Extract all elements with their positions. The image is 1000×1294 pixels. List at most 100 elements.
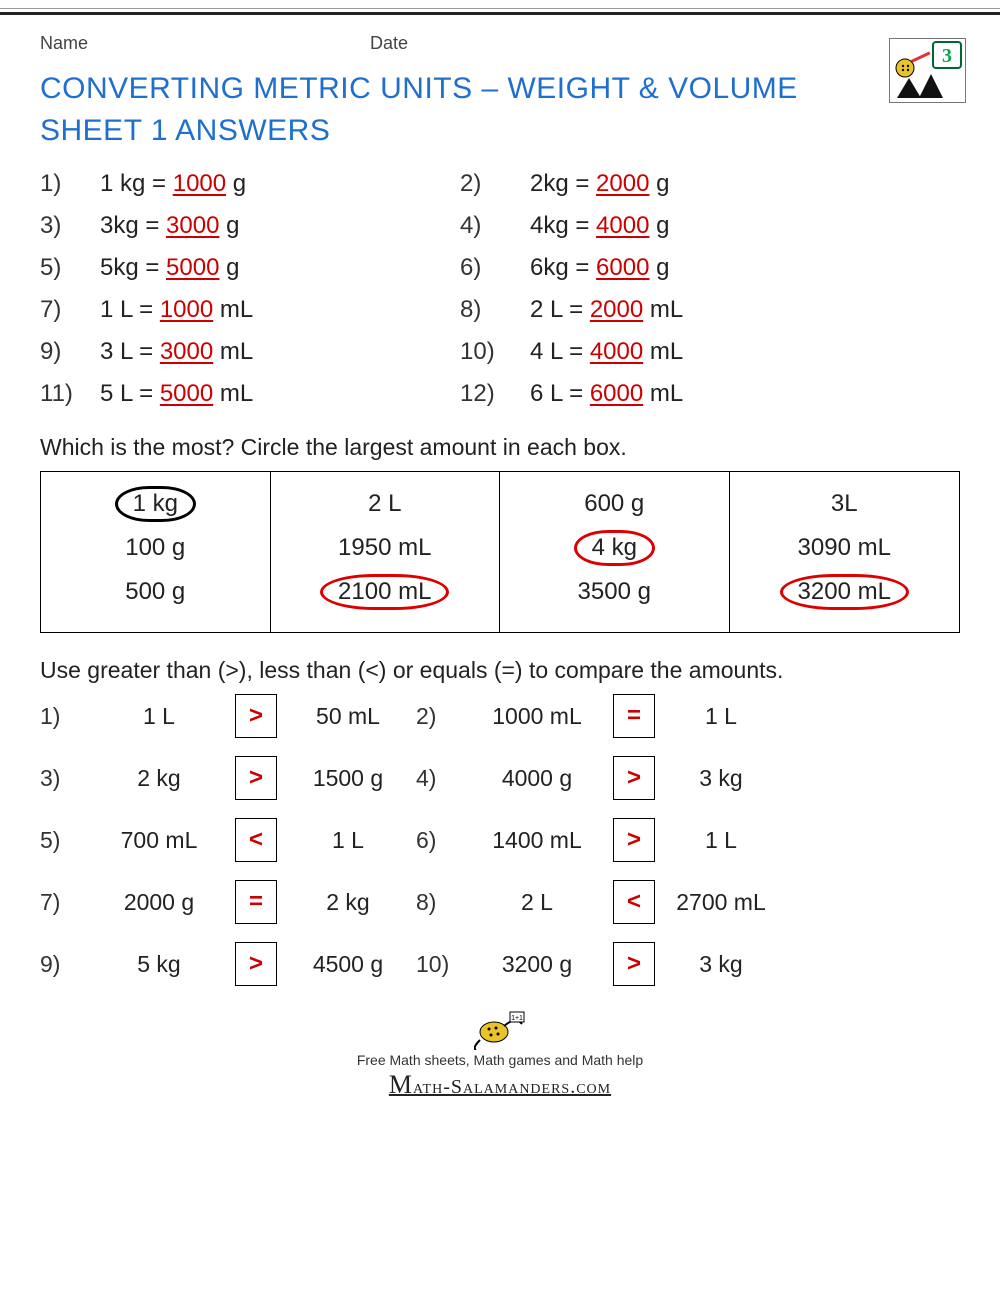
conversion-expression: 6kg = 6000 g — [530, 254, 960, 282]
question-number: 8) — [460, 296, 530, 324]
question-number: 5) — [40, 254, 100, 282]
comparison-operator: > — [235, 942, 277, 986]
comparison-operator: > — [613, 756, 655, 800]
title-line-1: CONVERTING METRIC UNITS – WEIGHT & VOLUM… — [40, 72, 798, 105]
box-item: 100 g — [41, 526, 270, 570]
box-column: 1 kg 100 g500 g — [41, 472, 271, 632]
expr-prefix: 2kg = — [530, 170, 596, 197]
question-number: 12) — [460, 380, 530, 408]
question-number: 7) — [40, 889, 86, 916]
expr-suffix: g — [649, 170, 669, 197]
compare-right: 1 L — [288, 827, 408, 854]
conversion-expression: 2 L = 2000 mL — [530, 296, 960, 324]
question-number: 3) — [40, 212, 100, 240]
answer-value: 4000 — [596, 212, 649, 239]
answer-value: 4000 — [590, 338, 643, 365]
circled-answer: 1 kg — [121, 490, 190, 518]
comparison-row: 3)2 kg>1500 g4)4000 g>3 kg — [40, 756, 960, 800]
box-item: 3500 g — [500, 570, 729, 614]
box-item: 3200 mL — [730, 570, 960, 614]
name-label: Name — [40, 33, 370, 54]
expr-prefix: 1 L = — [100, 296, 160, 323]
box-item: 3090 mL — [730, 526, 960, 570]
expr-suffix: mL — [213, 296, 253, 323]
expr-prefix: 4 L = — [530, 338, 590, 365]
comparison-operator: = — [235, 880, 277, 924]
box-item: 2 L — [271, 482, 500, 526]
content: Name Date CONVERTING METRIC UNITS – WEIG… — [0, 15, 1000, 1116]
expr-prefix: 2 L = — [530, 296, 590, 323]
expr-prefix: 3kg = — [100, 212, 166, 239]
expr-suffix: mL — [213, 380, 253, 407]
title-row: CONVERTING METRIC UNITS – WEIGHT & VOLUM… — [40, 64, 960, 170]
expr-suffix: mL — [643, 296, 683, 323]
comparison-operator: > — [613, 942, 655, 986]
footer-brand: Math-Salamanders.com — [40, 1070, 960, 1100]
conversion-grid: 1)1 kg = 1000 g2)2kg = 2000 g3)3kg = 300… — [40, 170, 960, 408]
box-item: 500 g — [41, 570, 270, 614]
question-number: 5) — [40, 827, 86, 854]
question-number: 10) — [416, 951, 464, 978]
question-number: 1) — [40, 170, 100, 198]
conversion-expression: 1 L = 1000 mL — [100, 296, 460, 324]
question-number: 2) — [460, 170, 530, 198]
comparison-row: 5)700 mL<1 L6)1400 mL>1 L — [40, 818, 960, 862]
answer-value: 2000 — [590, 296, 643, 323]
conversion-expression: 4 L = 4000 mL — [530, 338, 960, 366]
salamander-icon: 1+1 — [474, 1010, 526, 1050]
conversion-expression: 5kg = 5000 g — [100, 254, 460, 282]
compare-right: 1500 g — [288, 765, 408, 792]
circled-answer: 4 kg — [580, 534, 649, 562]
compare-right: 50 mL — [288, 703, 408, 730]
question-number: 9) — [40, 951, 86, 978]
circled-answer: 3200 mL — [786, 578, 903, 606]
expr-suffix: mL — [643, 338, 683, 365]
expr-suffix: mL — [213, 338, 253, 365]
page-title: CONVERTING METRIC UNITS – WEIGHT & VOLUM… — [40, 68, 889, 152]
compare-left: 2000 g — [94, 889, 224, 916]
answer-value: 6000 — [590, 380, 643, 407]
question-number: 10) — [460, 338, 530, 366]
compare-left: 2 L — [472, 889, 602, 916]
conversion-expression: 1 kg = 1000 g — [100, 170, 460, 198]
conversion-expression: 4kg = 4000 g — [530, 212, 960, 240]
answer-value: 3000 — [166, 212, 219, 239]
answer-value: 1000 — [173, 170, 226, 197]
expr-prefix: 5 L = — [100, 380, 160, 407]
question-number: 7) — [40, 296, 100, 324]
box-item: 1 kg — [41, 482, 270, 526]
question-number: 4) — [460, 212, 530, 240]
comparison-row: 7)2000 g=2 kg8)2 L<2700 mL — [40, 880, 960, 924]
footer-tagline: Free Math sheets, Math games and Math he… — [40, 1052, 960, 1068]
question-number: 6) — [416, 827, 464, 854]
grade-badge-icon: 3 — [889, 38, 966, 103]
comparison-operator: < — [235, 818, 277, 862]
circle-instruction: Which is the most? Circle the largest am… — [40, 434, 960, 461]
question-number: 6) — [460, 254, 530, 282]
expr-prefix: 3 L = — [100, 338, 160, 365]
answer-value: 2000 — [596, 170, 649, 197]
comparison-operator: < — [613, 880, 655, 924]
answer-value: 5000 — [160, 380, 213, 407]
expr-prefix: 6 L = — [530, 380, 590, 407]
question-number: 1) — [40, 703, 86, 730]
comparison-operator: > — [613, 818, 655, 862]
compare-right: 4500 g — [288, 951, 408, 978]
question-number: 8) — [416, 889, 464, 916]
conversion-expression: 5 L = 5000 mL — [100, 380, 460, 408]
expr-prefix: 4kg = — [530, 212, 596, 239]
compare-instruction: Use greater than (>), less than (<) or e… — [40, 657, 960, 684]
comparison-operator: > — [235, 756, 277, 800]
conversion-expression: 3kg = 3000 g — [100, 212, 460, 240]
expr-suffix: g — [649, 212, 669, 239]
comparison-operator: = — [613, 694, 655, 738]
expr-prefix: 1 kg = — [100, 170, 173, 197]
expr-suffix: g — [649, 254, 669, 281]
question-number: 9) — [40, 338, 100, 366]
comparison-operator: > — [235, 694, 277, 738]
compare-right: 2700 mL — [666, 889, 776, 916]
expr-prefix: 6kg = — [530, 254, 596, 281]
box-column: 3L3090 mL3200 mL — [730, 472, 960, 632]
question-number: 11) — [40, 380, 100, 408]
conversion-expression: 3 L = 3000 mL — [100, 338, 460, 366]
